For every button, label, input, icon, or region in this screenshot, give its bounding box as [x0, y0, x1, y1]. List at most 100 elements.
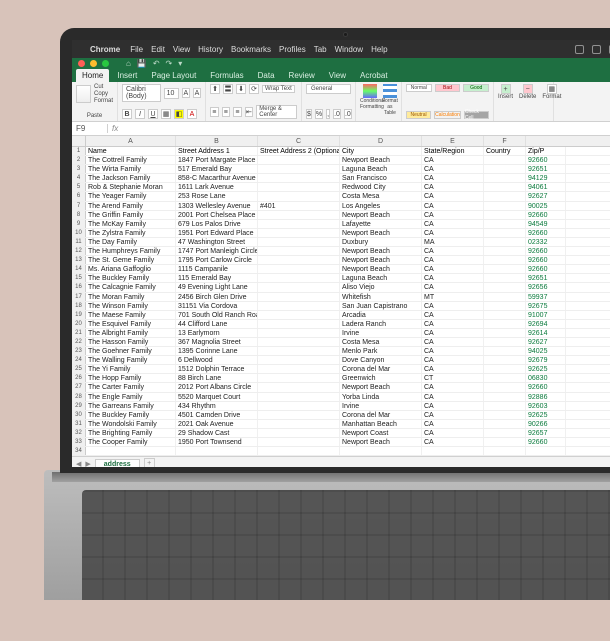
cell[interactable]: [258, 247, 340, 255]
style-bad[interactable]: Bad: [435, 84, 461, 92]
row-header[interactable]: 4: [72, 174, 86, 182]
percent-button[interactable]: %: [315, 109, 323, 119]
cell[interactable]: 1847 Port Margate Place: [176, 156, 258, 164]
cell[interactable]: CA: [422, 229, 484, 237]
table-row[interactable]: 32The Brighting Family29 Shadow CastNewp…: [72, 429, 610, 438]
row-header[interactable]: 31: [72, 420, 86, 428]
cell[interactable]: [258, 293, 340, 301]
cell[interactable]: [258, 411, 340, 419]
cell[interactable]: Redwood City: [340, 183, 422, 191]
row-header[interactable]: 26: [72, 374, 86, 382]
font-size-select[interactable]: 10: [164, 88, 179, 99]
col-header[interactable]: B: [176, 136, 258, 146]
cell-zip[interactable]: 94025: [526, 347, 566, 355]
col-header[interactable]: E: [422, 136, 484, 146]
cell[interactable]: 47 Washington Street: [176, 238, 258, 246]
cell[interactable]: [258, 283, 340, 291]
save-icon[interactable]: 💾: [137, 59, 147, 68]
cell[interactable]: 434 Rhythm: [176, 402, 258, 410]
cell[interactable]: [484, 283, 526, 291]
wrap-text-button[interactable]: Wrap Text: [262, 85, 295, 93]
table-row[interactable]: 34: [72, 447, 610, 456]
ribbon-tab-view[interactable]: View: [323, 69, 352, 82]
table-row[interactable]: 22The Hasson Family367 Magnolia StreetCo…: [72, 338, 610, 347]
cell[interactable]: 29 Shadow Cast: [176, 429, 258, 437]
cell[interactable]: [484, 365, 526, 373]
cell[interactable]: [258, 447, 340, 455]
cell[interactable]: Manhattan Beach: [340, 420, 422, 428]
cell[interactable]: [484, 302, 526, 310]
cell[interactable]: 858-C Macarthur Avenue: [176, 174, 258, 182]
spreadsheet-grid[interactable]: A B C D E F 1 Name Street Address 1 Stre…: [72, 136, 610, 456]
table-row[interactable]: 23The Goehner Family1395 Corinne LaneMen…: [72, 347, 610, 356]
cell[interactable]: CA: [422, 165, 484, 173]
cell-zip[interactable]: 92614: [526, 329, 566, 337]
cell[interactable]: [484, 192, 526, 200]
header-cell[interactable]: Street Address 2 (Optional): [258, 147, 340, 155]
cell-zip[interactable]: 92660: [526, 256, 566, 264]
cell-zip[interactable]: 02332: [526, 238, 566, 246]
row-header[interactable]: 15: [72, 274, 86, 282]
header-cell[interactable]: State/Region: [422, 147, 484, 155]
cell[interactable]: The Moran Family: [86, 293, 176, 301]
cell[interactable]: [484, 265, 526, 273]
cell-zip[interactable]: 92627: [526, 338, 566, 346]
table-row[interactable]: 9The McKay Family679 Los Palos DriveLafa…: [72, 220, 610, 229]
ribbon-tab-home[interactable]: Home: [76, 69, 109, 82]
cell-zip[interactable]: 92694: [526, 320, 566, 328]
cell[interactable]: [484, 411, 526, 419]
cell[interactable]: [258, 302, 340, 310]
cell[interactable]: Costa Mesa: [340, 192, 422, 200]
cell[interactable]: The Arend Family: [86, 202, 176, 210]
decrease-decimal-button[interactable]: .0: [344, 109, 352, 119]
cell[interactable]: The Garreans Family: [86, 402, 176, 410]
cell[interactable]: CA: [422, 356, 484, 364]
table-row[interactable]: 26The Hopp Family88 Birch LaneGreenwichC…: [72, 374, 610, 383]
cell-zip[interactable]: 92660: [526, 211, 566, 219]
cell[interactable]: [484, 174, 526, 182]
row-header[interactable]: 34: [72, 447, 86, 455]
cell[interactable]: CA: [422, 429, 484, 437]
cell[interactable]: 1611 Lark Avenue: [176, 183, 258, 191]
cell[interactable]: [484, 156, 526, 164]
cell[interactable]: [258, 365, 340, 373]
row-header[interactable]: 23: [72, 347, 86, 355]
cell[interactable]: 253 Rose Lane: [176, 192, 258, 200]
cell[interactable]: CA: [422, 156, 484, 164]
cell[interactable]: [484, 183, 526, 191]
cell[interactable]: CA: [422, 320, 484, 328]
border-button[interactable]: ▦: [161, 109, 171, 119]
sheet-nav-prev-icon[interactable]: ◀: [76, 460, 81, 467]
cell[interactable]: [484, 202, 526, 210]
cell[interactable]: The Hasson Family: [86, 338, 176, 346]
cell[interactable]: CA: [422, 174, 484, 182]
increase-decimal-button[interactable]: .0: [333, 109, 341, 119]
table-row[interactable]: 5Rob & Stephanie Moran1611 Lark AvenueRe…: [72, 183, 610, 192]
cell[interactable]: [258, 311, 340, 319]
cell-zip[interactable]: 92657: [526, 429, 566, 437]
cell[interactable]: 115 Emerald Bay: [176, 274, 258, 282]
paste-icon[interactable]: [76, 85, 91, 103]
mac-menu-tab[interactable]: Tab: [314, 45, 327, 54]
ribbon-tab-data[interactable]: Data: [252, 69, 281, 82]
cell-zip[interactable]: 92660: [526, 438, 566, 446]
cell[interactable]: 1747 Port Manleigh Circle: [176, 247, 258, 255]
table-row[interactable]: 12The Humphreys Family1747 Port Manleigh…: [72, 247, 610, 256]
row-header[interactable]: 27: [72, 383, 86, 391]
status-icon[interactable]: [592, 45, 601, 54]
cell[interactable]: The Hopp Family: [86, 374, 176, 382]
row-header[interactable]: 33: [72, 438, 86, 446]
style-neutral[interactable]: Neutral: [406, 111, 431, 119]
cell[interactable]: [176, 447, 258, 455]
table-row[interactable]: 30The Buckley Family4501 Camden DriveCor…: [72, 411, 610, 420]
table-row[interactable]: 14Ms. Ariana Gaffoglio1115 CampanileNewp…: [72, 265, 610, 274]
cell[interactable]: The Winson Family: [86, 302, 176, 310]
cell[interactable]: 679 Los Palos Drive: [176, 220, 258, 228]
cell[interactable]: [258, 156, 340, 164]
cell[interactable]: Los Angeles: [340, 202, 422, 210]
cell[interactable]: The St. Geme Family: [86, 256, 176, 264]
cell[interactable]: CA: [422, 438, 484, 446]
cell[interactable]: 367 Magnolia Street: [176, 338, 258, 346]
cell[interactable]: Menlo Park: [340, 347, 422, 355]
cell[interactable]: Yorba Linda: [340, 393, 422, 401]
